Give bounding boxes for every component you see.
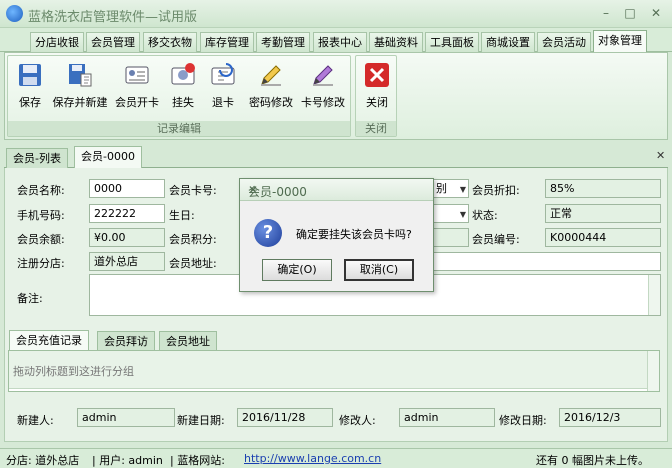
birthday-select[interactable]: ▼ (431, 204, 469, 223)
refund-card-icon (211, 63, 235, 85)
close-doc-icon[interactable]: ✕ (656, 149, 665, 162)
tab-member-addresses[interactable]: 会员地址 (159, 331, 217, 351)
creator-label: 新建人: (17, 414, 54, 427)
change-password-button[interactable]: 密码修改 (246, 60, 296, 114)
tab-object-management[interactable]: 对象管理 (593, 30, 647, 53)
ribbon-group-label: 记录编辑 (8, 121, 350, 136)
website-label: | 蓝格网站: (170, 454, 225, 467)
register-store-field[interactable]: 道外总店 (89, 252, 165, 271)
ribbon-group-label: 关闭 (356, 121, 396, 136)
records-grid: 拖动列标题到这进行分组 (8, 350, 660, 392)
discount-label: 会员折扣: (472, 184, 520, 197)
member-name-field[interactable]: 0000 (89, 179, 165, 198)
title-bar: 蓝格洗衣店管理软件—试用版 – □ ✕ (0, 0, 672, 28)
register-store-label: 注册分店: (17, 257, 65, 270)
save-and-new-button[interactable]: 保存并新建 (50, 60, 110, 114)
tab-member-list[interactable]: 会员-列表 (6, 148, 68, 168)
points-field[interactable] (431, 228, 469, 247)
tab-member-management[interactable]: 会员管理 (86, 32, 140, 52)
status-label: 状态: (472, 209, 498, 222)
dialog-close-button[interactable]: ✕ (248, 183, 427, 197)
member-name-label: 会员名称: (17, 184, 65, 197)
cancel-card-button[interactable]: 退卡 (208, 60, 238, 114)
tab-member-activity[interactable]: 会员活动 (537, 32, 591, 52)
modified-date-field[interactable]: 2016/12/3 (559, 408, 661, 427)
tab-branch-cashier[interactable]: 分店收银 (30, 32, 84, 52)
address-label: 会员地址: (169, 257, 217, 270)
change-card-number-button[interactable]: 卡号修改 (298, 60, 348, 114)
app-logo-icon (6, 5, 23, 22)
chevron-down-icon: ▼ (459, 185, 466, 194)
modifier-field[interactable]: admin (399, 408, 495, 427)
ribbon-group-close: 关闭 关闭 (355, 55, 397, 137)
phone-field[interactable]: 222222 (89, 204, 165, 223)
phone-label: 手机号码: (17, 209, 65, 222)
gender-select[interactable]: 别 ▼ (431, 179, 469, 198)
floppy-icon (19, 64, 41, 86)
discount-field[interactable]: 85% (545, 179, 661, 198)
confirm-dialog: 会员-0000 ✕ ? 确定要挂失该会员卡吗? 确定(O) 取消(C) (239, 178, 434, 292)
remark-label: 备注: (17, 292, 43, 305)
tab-member-0000[interactable]: 会员-0000 (74, 146, 142, 169)
save-button[interactable]: 保存 (12, 60, 48, 114)
cancel-button[interactable]: 取消(C) (344, 259, 414, 281)
modified-date-label: 修改日期: (499, 414, 547, 427)
balance-field[interactable]: ¥0.00 (89, 228, 165, 247)
ribbon: 保存 保存并新建 会员开卡 挂失 退卡 密码修改 卡号修改 记录编辑 关闭 关闭 (4, 52, 668, 140)
address-field[interactable] (431, 252, 661, 271)
close-button[interactable]: 关闭 (360, 60, 394, 114)
id-card-icon (125, 66, 149, 84)
maximize-button[interactable]: □ (620, 4, 640, 22)
tab-basic-data[interactable]: 基础资料 (369, 32, 423, 52)
close-window-button[interactable]: ✕ (646, 4, 666, 22)
dialog-message: 确定要挂失该会员卡吗? (296, 228, 412, 241)
upload-status: 还有 0 幅图片未上传。 (536, 454, 649, 467)
document-tabs: 会员-列表 会员-0000 (4, 146, 668, 169)
card-number-label: 会员卡号: (169, 184, 217, 197)
group-by-panel[interactable]: 拖动列标题到这进行分组 (9, 351, 649, 389)
created-date-field[interactable]: 2016/11/28 (237, 408, 333, 427)
birthday-label: 生日: (169, 209, 195, 222)
menu-tab-bar: 分店收银 会员管理 移交衣物 库存管理 考勤管理 报表中心 基础资料 工具面板 … (0, 28, 672, 53)
dialog-title-bar: 会员-0000 ✕ (240, 179, 433, 201)
close-x-icon (365, 63, 389, 87)
balance-label: 会员余额: (17, 233, 65, 246)
tab-member-visits[interactable]: 会员拜访 (97, 331, 155, 351)
member-number-field[interactable]: K0000444 (545, 228, 661, 247)
tab-mall-settings[interactable]: 商城设置 (481, 32, 535, 52)
window-title: 蓝格洗衣店管理软件—试用版 (28, 10, 198, 25)
member-number-label: 会员编号: (472, 233, 520, 246)
pencil-icon (313, 65, 333, 86)
branch-status: 分店: 道外总店 (6, 454, 80, 467)
website-link[interactable]: http://www.lange.com.cn (244, 452, 381, 465)
points-label: 会员积分: (169, 233, 217, 246)
tab-tools[interactable]: 工具面板 (425, 32, 479, 52)
save-new-icon (69, 64, 92, 87)
user-status: | 用户: admin (92, 454, 163, 467)
tab-transfer-clothes[interactable]: 移交衣物 (143, 32, 197, 52)
created-date-label: 新建日期: (177, 414, 225, 427)
status-bar: 分店: 道外总店 | 用户: admin | 蓝格网站: http://www.… (0, 448, 672, 468)
status-field[interactable]: 正常 (545, 204, 661, 223)
lost-card-icon (171, 63, 195, 85)
question-icon: ? (254, 219, 282, 247)
pencil-icon (261, 65, 281, 86)
creator-field[interactable]: admin (77, 408, 175, 427)
grid-scrollbar[interactable] (647, 351, 659, 391)
minimize-button[interactable]: – (596, 4, 616, 22)
remark-scrollbar[interactable] (648, 275, 660, 315)
modifier-label: 修改人: (339, 414, 376, 427)
chevron-down-icon: ▼ (459, 210, 466, 219)
tab-attendance[interactable]: 考勤管理 (256, 32, 310, 52)
tab-reports[interactable]: 报表中心 (313, 32, 367, 52)
tab-recharge-records[interactable]: 会员充值记录 (9, 330, 89, 351)
ok-button[interactable]: 确定(O) (262, 259, 332, 281)
tab-inventory[interactable]: 库存管理 (200, 32, 254, 52)
ribbon-group-record-edit: 保存 保存并新建 会员开卡 挂失 退卡 密码修改 卡号修改 记录编辑 (7, 55, 351, 137)
open-card-button[interactable]: 会员开卡 (112, 60, 162, 114)
report-lost-button[interactable]: 挂失 (168, 60, 198, 114)
